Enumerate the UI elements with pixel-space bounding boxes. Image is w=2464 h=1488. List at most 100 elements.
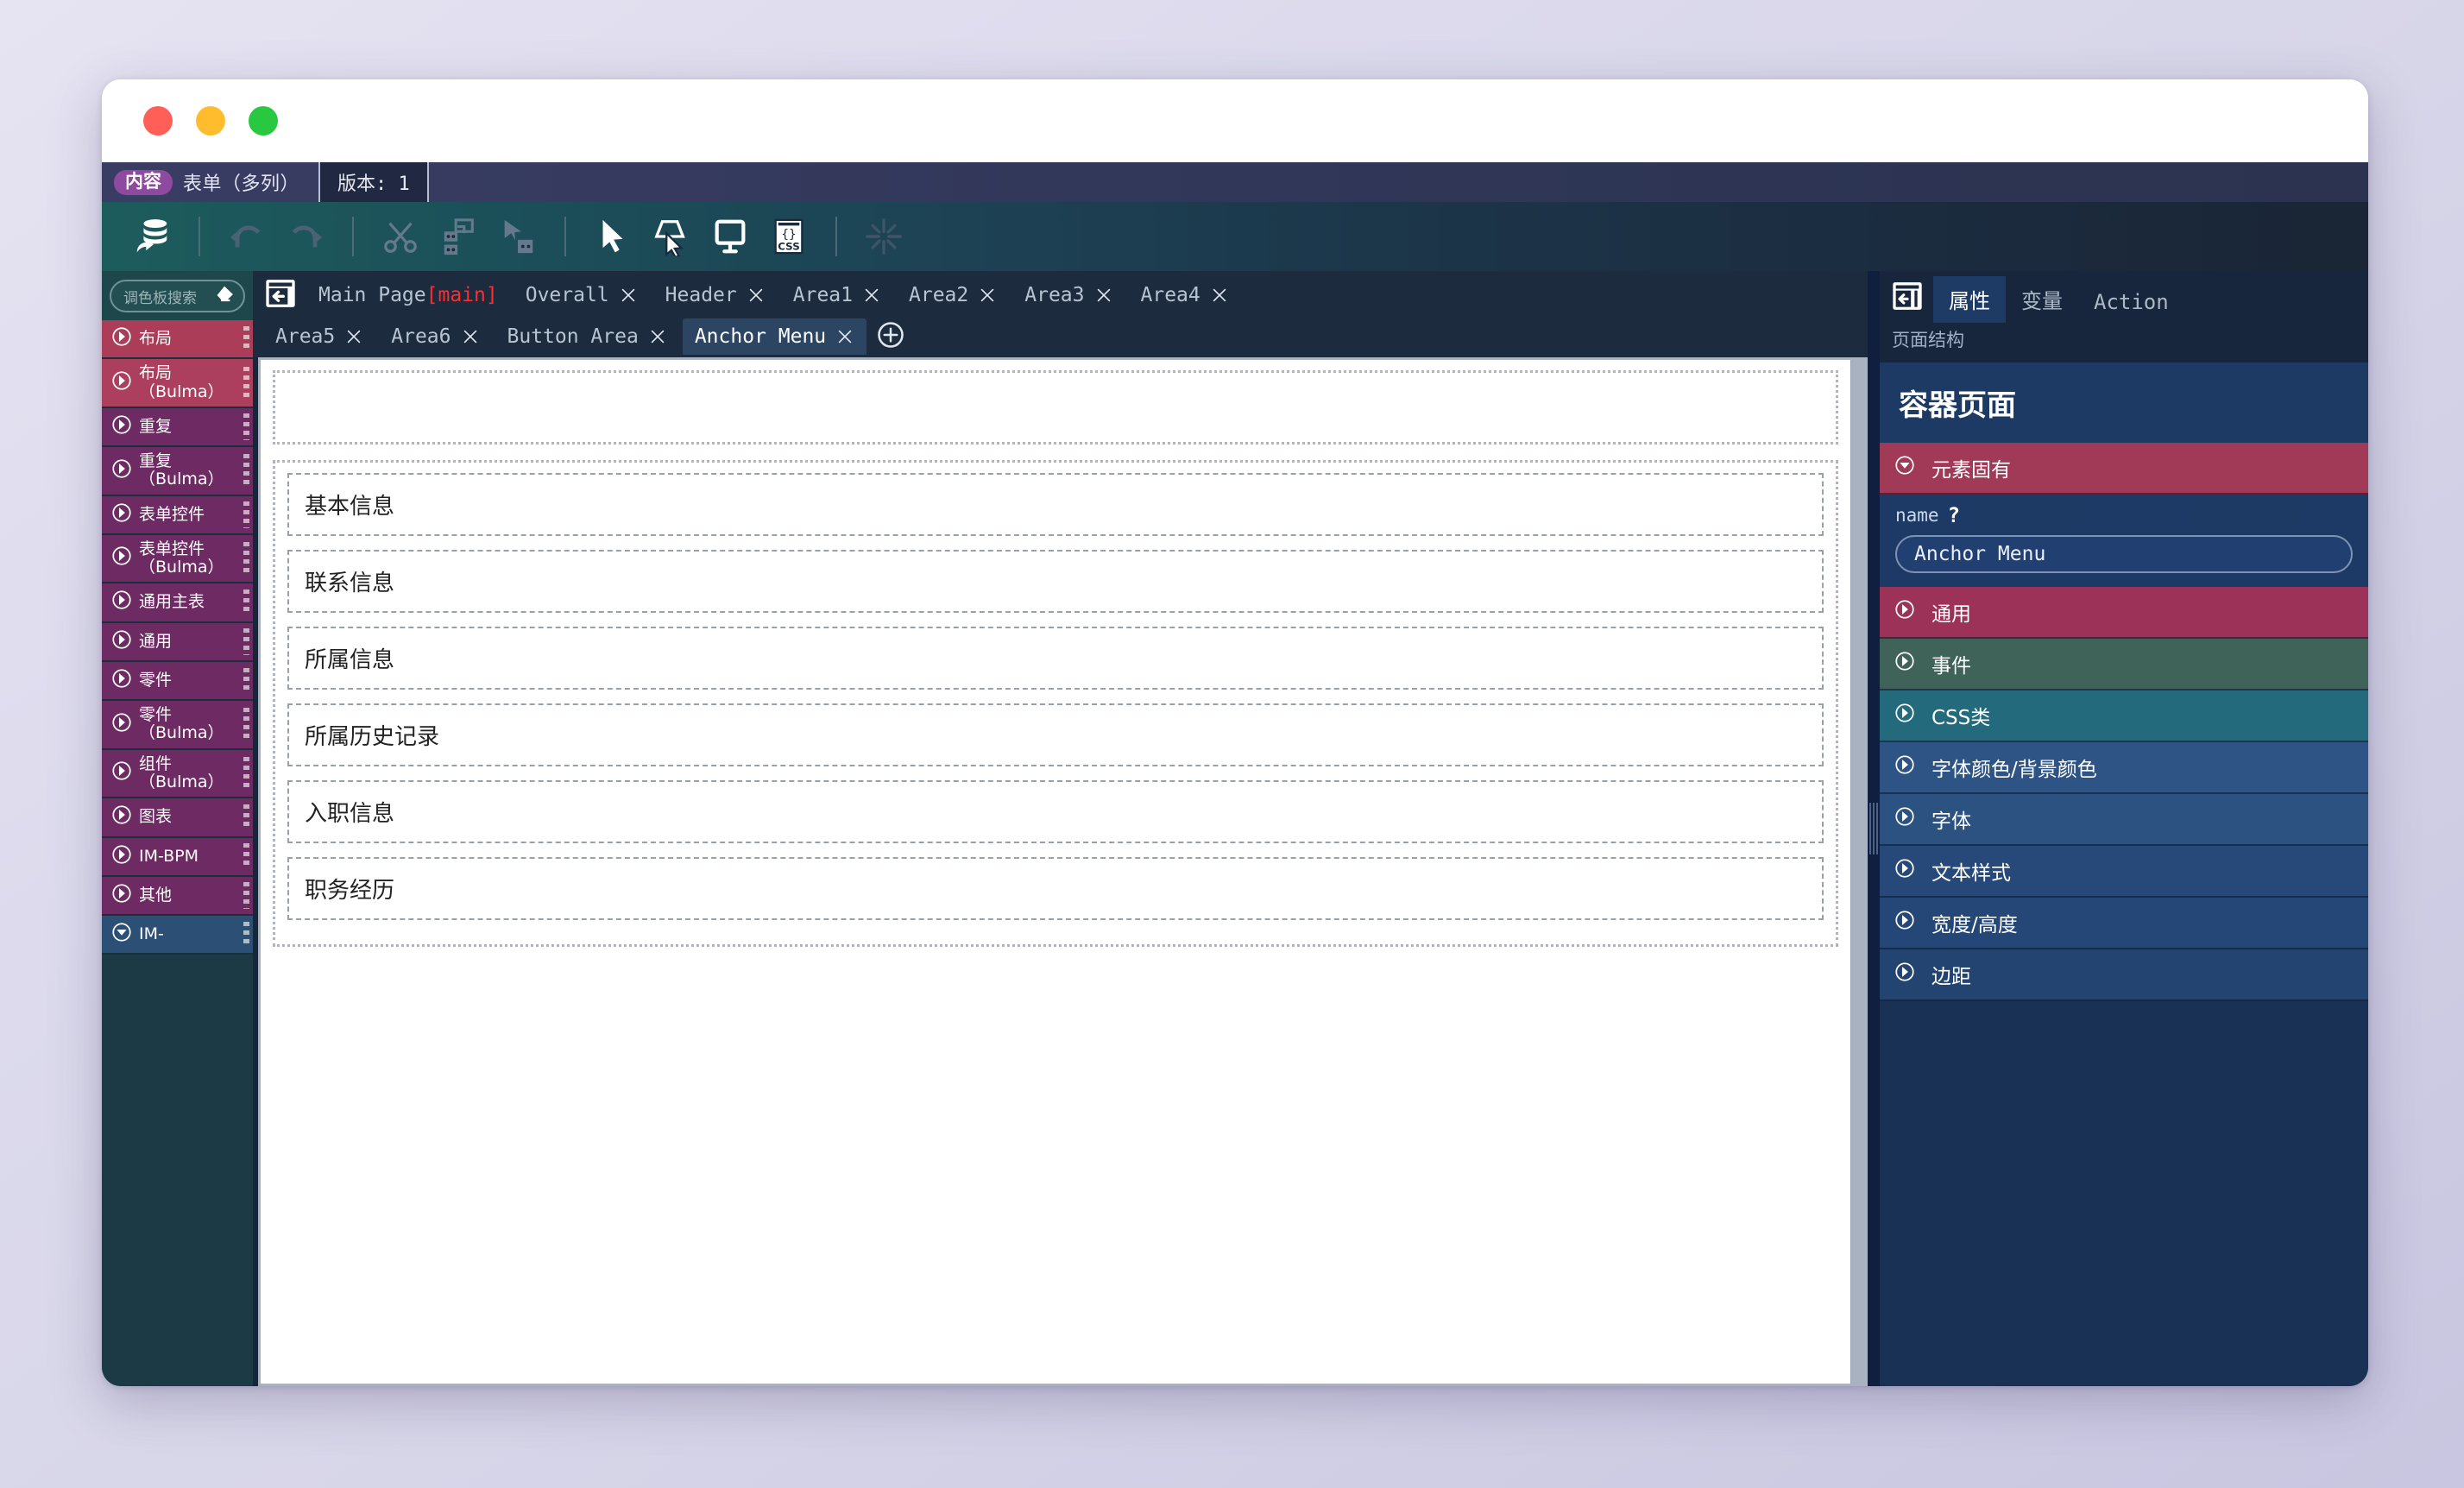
palette-category-item[interactable]: IM- bbox=[102, 916, 253, 955]
name-input[interactable]: Anchor Menu bbox=[1895, 535, 2353, 573]
triangle-right-icon[interactable] bbox=[110, 501, 133, 528]
palette-category-item[interactable]: 布局（Bulma） bbox=[102, 359, 253, 408]
panel-collapse-left-icon[interactable] bbox=[1890, 279, 1925, 317]
close-tab-icon[interactable] bbox=[835, 327, 854, 346]
triangle-right-icon[interactable] bbox=[110, 369, 133, 396]
close-tab-icon[interactable] bbox=[747, 286, 766, 305]
pick-element-button[interactable] bbox=[644, 211, 699, 262]
triangle-right-icon[interactable] bbox=[1894, 857, 1916, 885]
add-tab-icon[interactable] bbox=[875, 319, 906, 354]
triangle-right-icon[interactable] bbox=[110, 760, 133, 786]
page-tab[interactable]: Area1 bbox=[781, 277, 893, 313]
palette-category-item[interactable]: 组件（Bulma） bbox=[102, 749, 253, 799]
page-tab[interactable]: Area5 bbox=[263, 318, 375, 355]
subtab-page-structure[interactable]: 页面结构 bbox=[1888, 323, 1975, 359]
palette-category-item[interactable]: 重复 bbox=[102, 407, 253, 448]
page-tab[interactable]: Anchor Menu bbox=[682, 318, 867, 355]
palette-search-input[interactable]: 调色板搜索 bbox=[123, 286, 214, 307]
triangle-right-icon[interactable] bbox=[1894, 909, 1916, 936]
page-tab[interactable]: Overall bbox=[514, 277, 650, 313]
canvas-section[interactable]: 基本信息 bbox=[287, 473, 1824, 536]
palette-category-item[interactable]: IM-BPM bbox=[102, 837, 253, 877]
drag-handle[interactable] bbox=[243, 501, 249, 528]
close-tab-icon[interactable] bbox=[619, 286, 638, 305]
triangle-right-icon[interactable] bbox=[110, 628, 133, 655]
close-window-button[interactable] bbox=[143, 106, 173, 136]
triangle-right-icon[interactable] bbox=[110, 589, 133, 615]
close-tab-icon[interactable] bbox=[862, 286, 881, 305]
triangle-right-icon[interactable] bbox=[1894, 805, 1916, 833]
page-tab[interactable]: Button Area bbox=[495, 318, 679, 355]
palette-category-item[interactable]: 表单控件 bbox=[102, 495, 253, 535]
close-tab-icon[interactable] bbox=[1094, 286, 1113, 305]
anchor-menu-container[interactable]: 基本信息联系信息所属信息所属历史记录 入职信息职务经历 bbox=[273, 460, 1838, 947]
triangle-right-icon[interactable] bbox=[110, 804, 133, 830]
palette-category-item[interactable]: 图表 bbox=[102, 798, 253, 838]
drag-handle[interactable] bbox=[243, 325, 249, 352]
canvas-section[interactable]: 联系信息 bbox=[287, 550, 1824, 613]
triangle-right-icon[interactable] bbox=[1894, 650, 1916, 678]
inspector-tab[interactable]: 属性 bbox=[1933, 276, 2006, 323]
close-tab-icon[interactable] bbox=[344, 327, 363, 346]
page-tab[interactable]: Main Page[main] bbox=[306, 277, 510, 313]
triangle-right-icon[interactable] bbox=[1894, 961, 1916, 988]
palette-category-item[interactable]: 零件（Bulma） bbox=[102, 701, 253, 750]
redo-button[interactable] bbox=[278, 211, 333, 262]
drag-handle[interactable] bbox=[243, 882, 249, 909]
triangle-right-icon[interactable] bbox=[110, 667, 133, 694]
inspector-section-header[interactable]: 事件 bbox=[1880, 639, 2368, 690]
triangle-right-icon[interactable] bbox=[110, 325, 133, 352]
inspector-section-header[interactable]: 字体 bbox=[1880, 794, 2368, 846]
inspector-section-header[interactable]: 文本样式 bbox=[1880, 846, 2368, 898]
triangle-down-icon[interactable] bbox=[110, 921, 133, 948]
help-icon[interactable]: ? bbox=[1948, 503, 1960, 527]
design-canvas[interactable]: 基本信息联系信息所属信息所属历史记录 入职信息职务经历 bbox=[261, 360, 1850, 1384]
close-tab-icon[interactable] bbox=[978, 286, 997, 305]
drag-handle[interactable] bbox=[243, 921, 249, 948]
maximize-window-button[interactable] bbox=[249, 106, 278, 136]
drag-handle[interactable] bbox=[243, 708, 249, 741]
close-tab-icon[interactable] bbox=[648, 327, 667, 346]
drag-handle[interactable] bbox=[243, 667, 249, 694]
palette-category-item[interactable]: 布局 bbox=[102, 320, 253, 360]
canvas-section[interactable]: 入职信息 bbox=[287, 780, 1824, 843]
inspector-section-header[interactable]: 字体颜色/背景颜色 bbox=[1880, 742, 2368, 794]
triangle-right-icon[interactable] bbox=[1894, 753, 1916, 781]
canvas-section[interactable]: 职务经历 bbox=[287, 857, 1824, 920]
close-tab-icon[interactable] bbox=[1210, 286, 1229, 305]
paste-button[interactable] bbox=[490, 211, 545, 262]
drag-handle[interactable] bbox=[243, 542, 249, 576]
inspector-tab[interactable]: 变量 bbox=[2006, 276, 2078, 323]
drag-handle[interactable] bbox=[243, 454, 249, 488]
triangle-right-icon[interactable] bbox=[110, 413, 133, 440]
drag-handle[interactable] bbox=[243, 628, 249, 655]
drag-handle[interactable] bbox=[243, 843, 249, 870]
triangle-right-icon[interactable] bbox=[1894, 702, 1916, 729]
close-tab-icon[interactable] bbox=[461, 327, 480, 346]
canvas-scrollbar[interactable] bbox=[1850, 360, 1868, 1384]
drag-handle[interactable] bbox=[243, 366, 249, 400]
triangle-right-icon[interactable] bbox=[110, 711, 133, 738]
drag-handle[interactable] bbox=[243, 413, 249, 440]
css-editor-button[interactable]: {} CSS bbox=[761, 211, 816, 262]
canvas-section[interactable]: 所属历史记录 bbox=[287, 703, 1824, 766]
palette-category-item[interactable]: 其他 bbox=[102, 876, 253, 917]
inspector-section-header[interactable]: 通用 bbox=[1880, 587, 2368, 639]
drag-handle[interactable] bbox=[243, 804, 249, 831]
palette-search-box[interactable]: 调色板搜索 bbox=[110, 280, 245, 312]
triangle-down-icon[interactable] bbox=[1894, 454, 1916, 482]
triangle-right-icon[interactable] bbox=[110, 882, 133, 909]
drag-handle[interactable] bbox=[243, 756, 249, 791]
palette-category-item[interactable]: 重复（Bulma） bbox=[102, 447, 253, 496]
inspector-tab[interactable]: Action bbox=[2078, 282, 2184, 323]
minimize-window-button[interactable] bbox=[196, 106, 225, 136]
copy-button[interactable] bbox=[432, 211, 487, 262]
page-tab[interactable]: Area6 bbox=[379, 318, 491, 355]
palette-category-item[interactable]: 通用 bbox=[102, 622, 253, 662]
canvas-top-container[interactable] bbox=[273, 370, 1838, 445]
inspector-section-header[interactable]: 边距 bbox=[1880, 949, 2368, 1001]
canvas-section[interactable]: 所属信息 bbox=[287, 627, 1824, 690]
reset-layout-button[interactable] bbox=[856, 211, 911, 262]
triangle-right-icon[interactable] bbox=[1894, 598, 1916, 626]
palette-category-item[interactable]: 通用主表 bbox=[102, 583, 253, 623]
